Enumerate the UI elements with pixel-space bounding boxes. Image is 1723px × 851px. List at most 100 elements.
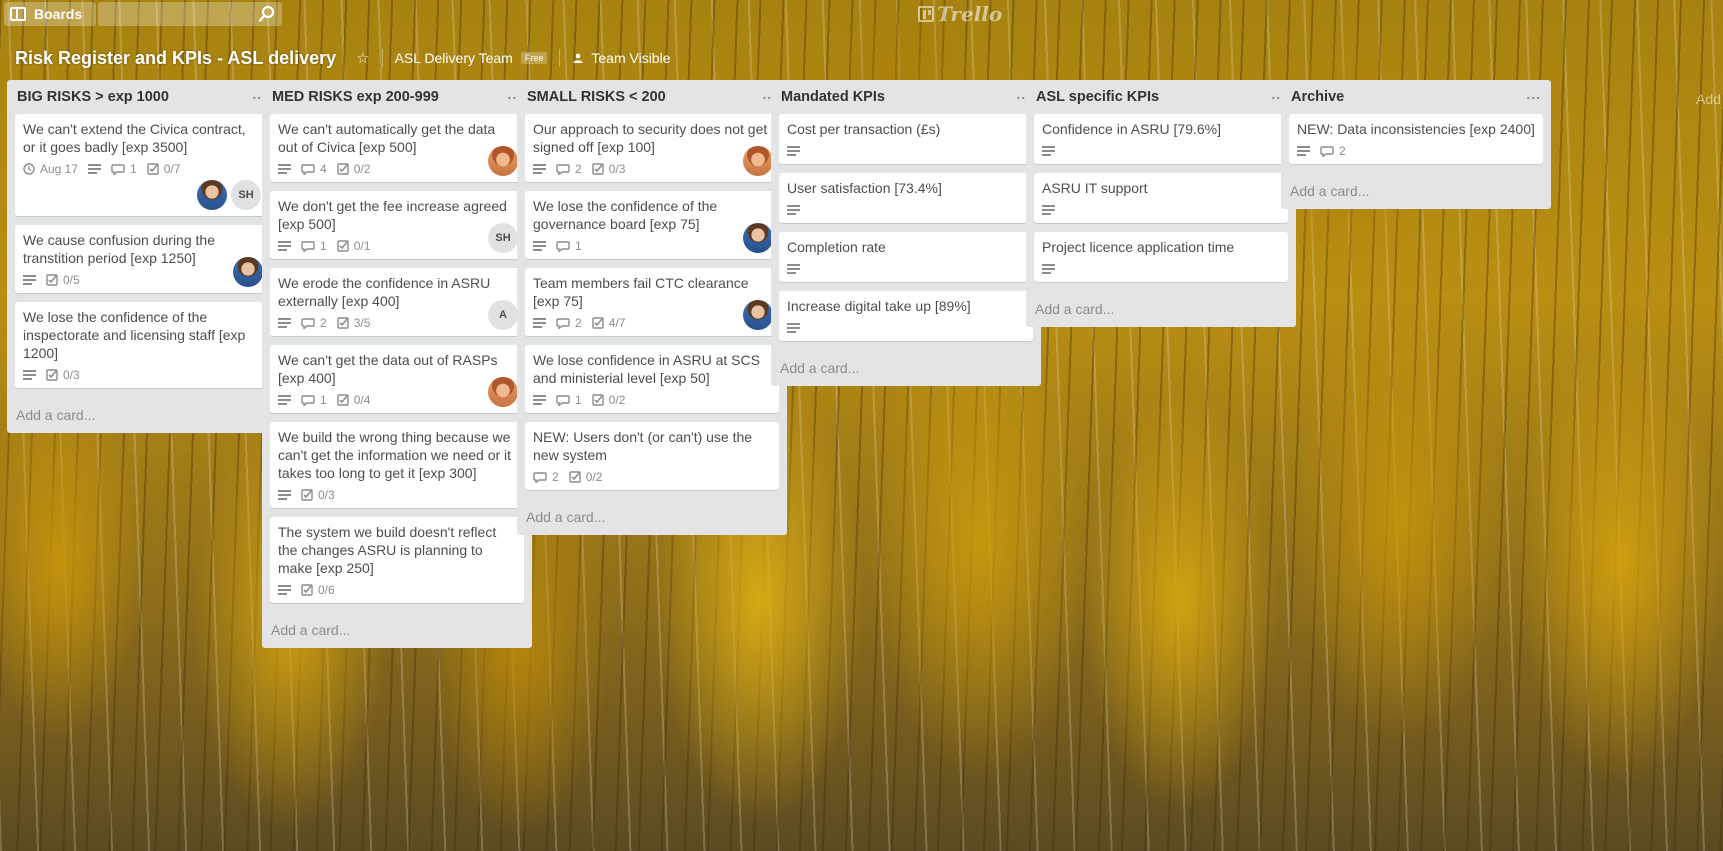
card[interactable]: NEW: Users don't (or can't) use the new … [525,422,779,490]
card[interactable]: Team members fail CTC clearance [exp 75]… [525,268,779,336]
avatar[interactable] [743,146,773,176]
card[interactable]: We erode the confidence in ASRU external… [270,268,524,336]
description-badge [1042,205,1055,215]
checklist-count: 0/3 [63,368,80,382]
avatar[interactable]: A [488,300,518,330]
checklist-icon [336,240,349,252]
comments-count: 4 [320,162,327,176]
card-badges: 0/6 [278,577,516,601]
card[interactable]: We lose the confidence of the governance… [525,191,779,259]
list-title[interactable]: BIG RISKS > exp 1000 [17,89,169,105]
card-members [488,377,518,407]
list-title[interactable]: MED RISKS exp 200-999 [272,89,439,105]
card-title: Team members fail CTC clearance [exp 75] [533,275,749,309]
description-icon [88,164,102,174]
description-badge [787,146,800,156]
comment-icon [111,164,125,175]
checklist-icon [46,369,58,381]
avatar[interactable]: SH [231,180,261,210]
comment-icon [556,241,570,252]
board-title[interactable]: Risk Register and KPIs - ASL delivery [15,48,336,69]
comments-count: 2 [1339,144,1346,158]
description-badge [278,241,291,251]
card[interactable]: User satisfaction [73.4%] [779,173,1033,223]
list-title[interactable]: Archive [1291,89,1344,105]
comments-badge: 4 [301,162,327,176]
card[interactable]: Cost per transaction (£s) [779,114,1033,164]
card[interactable]: Our approach to security does not get si… [525,114,779,182]
card[interactable]: We lose confidence in ASRU at SCS and mi… [525,345,779,413]
checklist-badge: 0/2 [568,470,602,484]
card[interactable]: We can't automatically get the data out … [270,114,524,182]
trello-logo-text: Trello [937,2,1003,26]
list-header: ASL specific KPIs... [1034,80,1288,114]
card-badges [787,197,1025,221]
avatar[interactable] [743,223,773,253]
card-badges: 0/5 [23,267,261,291]
card[interactable]: We can't extend the Civica contract, or … [15,114,269,216]
description-icon [1042,205,1055,215]
avatar[interactable] [233,257,263,287]
card[interactable]: NEW: Data inconsistencies [exp 2400] 2 [1289,114,1543,164]
card-badges: 2 0/3 [533,156,771,180]
checklist-count: 0/3 [608,162,626,176]
card-members: SH [23,180,261,214]
boards-button[interactable]: Boards [4,2,96,26]
visibility-button[interactable]: Team Visible [591,50,670,66]
card[interactable]: We lose the confidence of the inspectora… [15,302,269,388]
avatar[interactable] [743,300,773,330]
trello-logo[interactable]: Trello [918,2,1003,26]
search-icon[interactable] [258,5,276,23]
list-6: Archive... NEW: Data inconsistencies [exp… [1281,80,1551,209]
card[interactable]: We can't get the data out of RASPs [exp … [270,345,524,413]
checklist-icon [568,471,581,483]
list-header: Archive... [1289,80,1543,114]
card-badges [787,138,1025,162]
avatar[interactable] [197,180,227,210]
add-card-button[interactable]: Add a card... [1034,291,1288,327]
add-card-button[interactable]: Add a card... [779,350,1033,386]
list-1: BIG RISKS > exp 1000... We can't extend t… [7,80,277,433]
card[interactable]: We cause confusion during the transtitio… [15,225,269,293]
card-title: We don't get the fee increase agreed [ex… [278,198,507,232]
card[interactable]: Project licence application time [1034,232,1288,282]
list-title[interactable]: Mandated KPIs [781,89,885,105]
description-icon [23,370,36,380]
description-badge [533,318,546,328]
list-title[interactable]: ASL specific KPIs [1036,89,1159,105]
list-title[interactable]: SMALL RISKS < 200 [527,89,666,105]
add-card-button[interactable]: Add a card... [525,499,779,535]
checklist-icon [336,163,349,175]
avatar[interactable] [488,146,518,176]
card[interactable]: Confidence in ASRU [79.6%] [1034,114,1288,164]
avatar[interactable] [488,377,518,407]
card[interactable]: We don't get the fee increase agreed [ex… [270,191,524,259]
card-title: We cause confusion during the transtitio… [23,232,215,266]
description-badge [787,205,800,215]
card[interactable]: ASRU IT support [1034,173,1288,223]
add-card-button[interactable]: Add a card... [1289,173,1543,209]
checklist-count: 4/7 [608,316,626,330]
search-input[interactable] [98,2,282,26]
card-members [743,223,773,253]
checklist-icon [336,394,349,406]
checklist-badge: 3/5 [336,316,370,330]
avatar[interactable]: SH [488,223,518,253]
star-icon[interactable]: ☆ [356,49,369,67]
add-card-button[interactable]: Add a card... [15,397,269,433]
checklist-badge: 0/2 [336,162,370,176]
team-name[interactable]: ASL Delivery Team [395,50,513,66]
add-list-button[interactable]: Add [1696,91,1721,107]
description-badge [1042,146,1055,156]
list-menu-button[interactable]: ... [1526,86,1541,108]
card[interactable]: Increase digital take up [89%] [779,291,1033,341]
comments-badge: 1 [556,239,582,253]
description-badge [533,164,546,174]
description-icon [1042,264,1055,274]
card-title: ASRU IT support [1042,180,1148,196]
card[interactable]: Completion rate [779,232,1033,282]
card-members [233,257,263,287]
add-card-button[interactable]: Add a card... [270,612,524,648]
card[interactable]: We build the wrong thing because we can'… [270,422,524,508]
card[interactable]: The system we build doesn't reflect the … [270,517,524,603]
